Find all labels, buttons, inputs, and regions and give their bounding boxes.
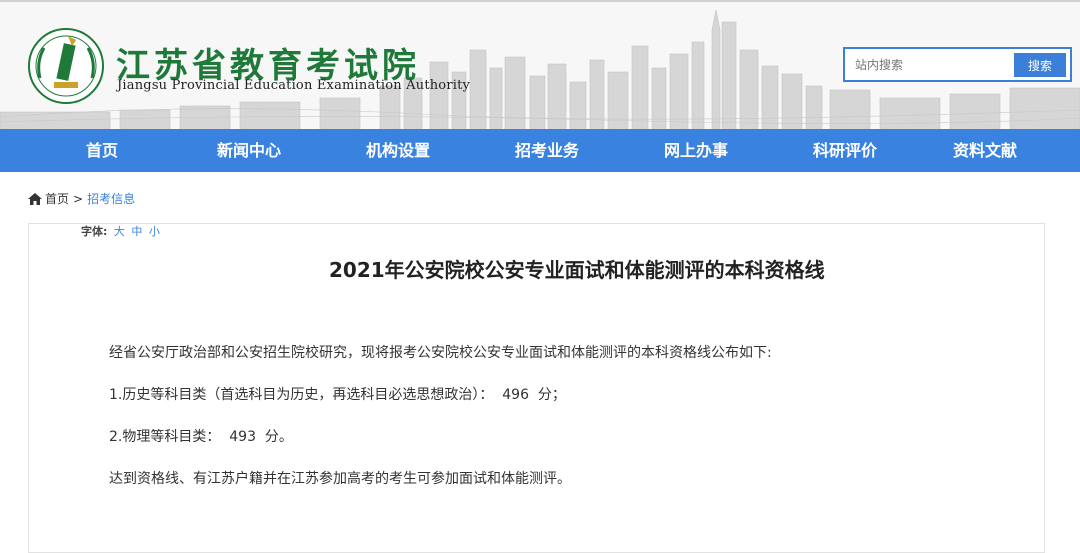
- article-paragraph-intro: 经省公安厅政治部和公安招生院校研究，现将报考公安院校公安专业面试和体能测评的本科…: [109, 345, 772, 361]
- logo-emblem-icon: [28, 28, 104, 104]
- article-paragraph-eligibility: 达到资格线、有江苏户籍并在江苏参加高考的考生可参加面试和体能测评。: [109, 471, 571, 487]
- search-button[interactable]: 搜索: [1014, 53, 1066, 77]
- article-title: 2021年公安院校公安专业面试和体能测评的本科资格线: [329, 258, 825, 282]
- nav-item-news[interactable]: 新闻中心: [204, 129, 294, 172]
- nav-item-admissions[interactable]: 招考业务: [502, 129, 592, 172]
- font-size-label: 字体:: [81, 225, 108, 238]
- site-logo[interactable]: [26, 26, 106, 106]
- nav-item-research[interactable]: 科研评价: [800, 129, 890, 172]
- breadcrumb-separator: >: [73, 191, 84, 206]
- nav-item-organization[interactable]: 机构设置: [294, 129, 502, 172]
- search-input[interactable]: [849, 52, 1009, 77]
- breadcrumb-current[interactable]: 招考信息: [87, 190, 135, 207]
- main-nav: 首页 新闻中心 机构设置 招考业务 网上办事 科研评价 资料文献: [0, 129, 1080, 172]
- search-box: 搜索: [843, 47, 1072, 82]
- site-name-english: Jiangsu Provincial Education Examination…: [117, 78, 471, 93]
- home-icon: [28, 192, 42, 205]
- font-size-small[interactable]: 小: [149, 225, 160, 238]
- font-size-control: 字体: 大 中 小: [81, 223, 160, 239]
- nav-item-online-services[interactable]: 网上办事: [592, 129, 800, 172]
- font-size-large[interactable]: 大: [114, 225, 125, 238]
- nav-item-home[interactable]: 首页: [0, 129, 204, 172]
- article-paragraph-history: 1.历史等科目类（首选科目为历史，再选科目必选思想政治）： 496 分；: [109, 387, 566, 403]
- breadcrumb: 首页 > 招考信息: [28, 190, 135, 207]
- breadcrumb-home[interactable]: 首页: [45, 190, 69, 207]
- nav-item-documents[interactable]: 资料文献: [890, 129, 1080, 172]
- font-size-medium[interactable]: 中: [131, 225, 142, 238]
- article-panel: 字体: 大 中 小 2021年公安院校公安专业面试和体能测评的本科资格线 经省公…: [28, 223, 1045, 553]
- site-header: 江苏省教育考试院 Jiangsu Provincial Education Ex…: [0, 0, 1080, 129]
- article-paragraph-physics: 2.物理等科目类： 493 分。: [109, 429, 293, 445]
